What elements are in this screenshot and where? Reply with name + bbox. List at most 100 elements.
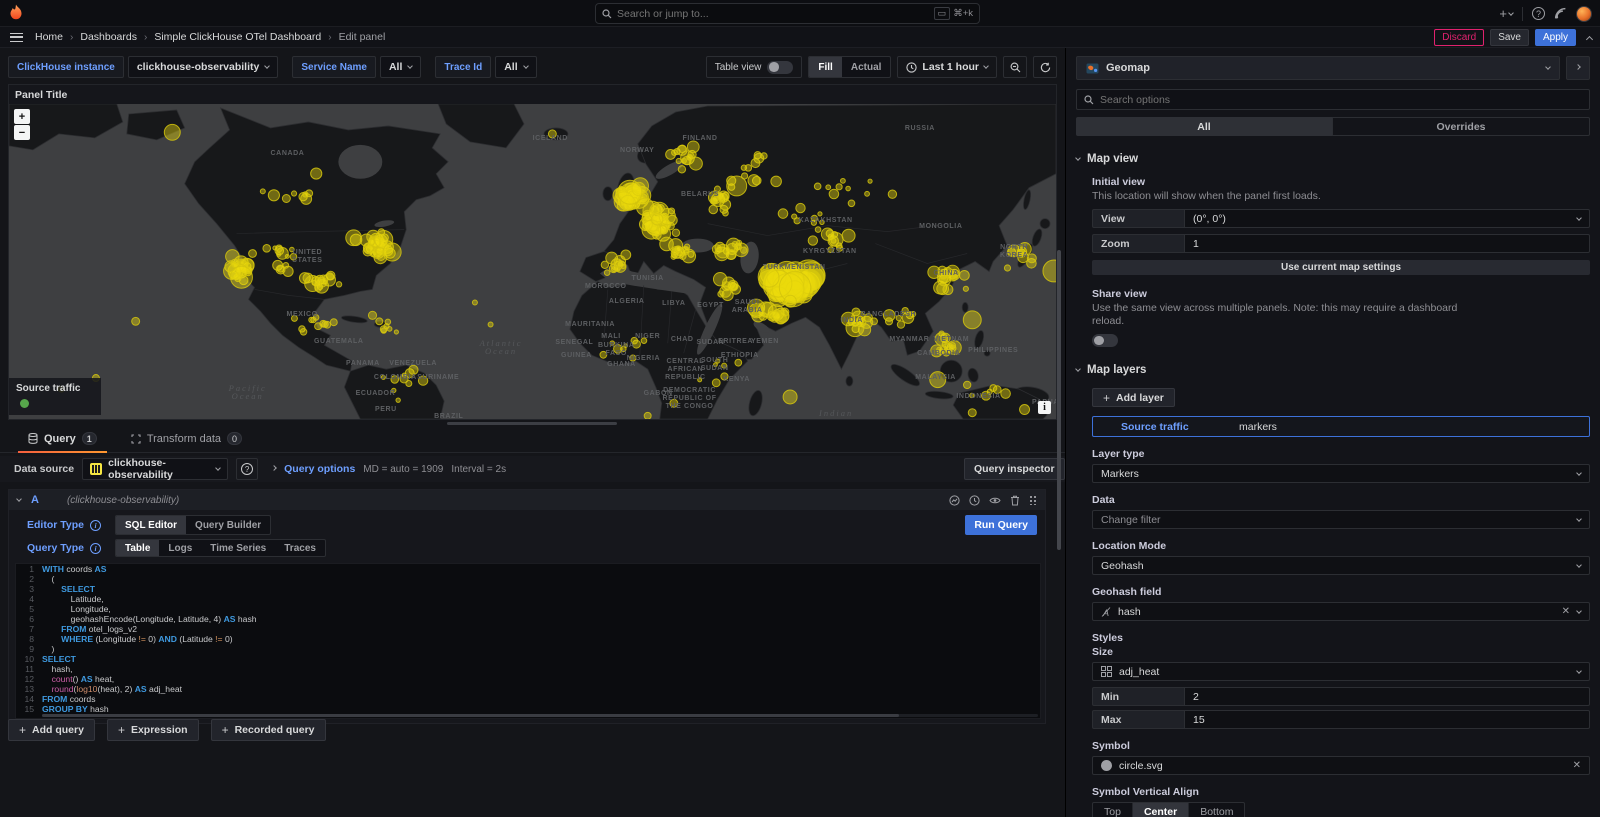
sql-line[interactable]: 11 hash, bbox=[16, 664, 1040, 674]
traffic-marker[interactable] bbox=[368, 239, 374, 245]
view-select[interactable]: (0°, 0°) bbox=[1184, 209, 1590, 228]
tab-overrides[interactable]: Overrides bbox=[1332, 117, 1590, 136]
traffic-marker[interactable] bbox=[610, 341, 614, 345]
traffic-marker[interactable] bbox=[132, 317, 140, 325]
sql-line[interactable]: 10SELECT bbox=[16, 654, 1040, 664]
clickhouse-instance-select[interactable]: clickhouse-observability bbox=[128, 56, 279, 78]
user-avatar[interactable] bbox=[1576, 6, 1592, 22]
sql-line[interactable]: 9 ) bbox=[16, 644, 1040, 654]
traffic-marker[interactable] bbox=[781, 308, 789, 316]
traffic-marker[interactable] bbox=[616, 267, 620, 271]
traffic-marker[interactable] bbox=[290, 247, 295, 252]
traffic-marker[interactable] bbox=[741, 247, 747, 253]
sql-line[interactable]: 15GROUP BY hash bbox=[16, 704, 1040, 714]
traffic-marker[interactable] bbox=[381, 328, 386, 333]
traffic-marker[interactable] bbox=[630, 355, 636, 361]
section-map-view[interactable]: Map view bbox=[1076, 153, 1590, 165]
traffic-marker[interactable] bbox=[814, 183, 821, 190]
size-field-select[interactable]: adj_heat bbox=[1092, 662, 1590, 681]
fill-option[interactable]: Fill bbox=[809, 57, 841, 77]
traffic-marker[interactable] bbox=[864, 314, 872, 322]
traffic-marker[interactable] bbox=[721, 373, 728, 380]
traffic-marker[interactable] bbox=[164, 124, 180, 140]
traffic-marker[interactable] bbox=[392, 388, 396, 392]
traffic-marker[interactable] bbox=[754, 153, 764, 163]
code-horizontal-scrollbar[interactable] bbox=[42, 714, 1038, 717]
traffic-marker[interactable] bbox=[836, 184, 842, 190]
traffic-marker[interactable] bbox=[712, 379, 720, 387]
traffic-marker[interactable] bbox=[902, 312, 914, 324]
tab-query[interactable]: Query 1 bbox=[24, 432, 101, 452]
traffic-marker[interactable] bbox=[848, 200, 855, 207]
map-zoom-out-button[interactable]: − bbox=[14, 125, 30, 140]
collapse-pane-button[interactable] bbox=[1566, 56, 1590, 80]
share-view-toggle[interactable] bbox=[1092, 334, 1118, 347]
trash-icon[interactable] bbox=[1010, 495, 1020, 506]
options-search[interactable] bbox=[1076, 89, 1590, 110]
traffic-marker[interactable] bbox=[376, 318, 383, 325]
traffic-marker[interactable] bbox=[951, 272, 957, 278]
traffic-marker[interactable] bbox=[263, 245, 271, 253]
traffic-marker[interactable] bbox=[811, 220, 816, 225]
service-name-select[interactable]: All bbox=[380, 56, 421, 78]
traffic-marker[interactable] bbox=[760, 268, 779, 287]
traffic-marker[interactable] bbox=[959, 270, 969, 280]
traffic-marker[interactable] bbox=[275, 245, 282, 252]
map-zoom-in-button[interactable]: + bbox=[14, 109, 30, 124]
use-current-map-settings-button[interactable]: Use current map settings bbox=[1092, 260, 1590, 275]
geomap-canvas[interactable]: RUSSIACANADAICELANDNORWAYFINLANDUNITED S… bbox=[9, 104, 1056, 419]
breadcrumb-dashboards[interactable]: Dashboards bbox=[80, 31, 137, 43]
traffic-marker[interactable] bbox=[1027, 254, 1036, 263]
traffic-marker[interactable] bbox=[841, 178, 846, 183]
discard-button[interactable]: Discard bbox=[1434, 29, 1484, 46]
traffic-marker[interactable] bbox=[409, 365, 418, 374]
traffic-marker[interactable] bbox=[368, 311, 376, 319]
traffic-marker[interactable] bbox=[402, 373, 406, 377]
traffic-marker[interactable] bbox=[660, 237, 674, 251]
traffic-marker[interactable] bbox=[714, 363, 718, 367]
query-type-traces[interactable]: Traces bbox=[275, 540, 325, 556]
datasource-help-button[interactable]: ? bbox=[236, 458, 258, 480]
time-range-picker[interactable]: Last 1 hour bbox=[897, 56, 997, 78]
location-mode-select[interactable]: Geohash bbox=[1092, 556, 1590, 575]
grafana-logo-icon[interactable] bbox=[7, 4, 25, 22]
traffic-marker[interactable] bbox=[309, 317, 314, 322]
data-filter-select[interactable]: Change filter bbox=[1092, 510, 1590, 529]
traffic-marker[interactable] bbox=[1020, 405, 1030, 415]
sql-line[interactable]: 6 geohashEncode(Longitude, Latitude, 4) … bbox=[16, 614, 1040, 624]
traffic-marker[interactable] bbox=[631, 337, 638, 344]
traffic-marker[interactable] bbox=[982, 391, 991, 400]
valign-center[interactable]: Center bbox=[1133, 803, 1189, 817]
sql-line[interactable]: 2 ( bbox=[16, 574, 1040, 584]
traffic-marker[interactable] bbox=[681, 158, 686, 163]
add-query-button[interactable]: +Add query bbox=[8, 719, 95, 741]
traffic-marker[interactable] bbox=[687, 141, 699, 153]
query-type-timeseries[interactable]: Time Series bbox=[201, 540, 275, 556]
clear-icon[interactable]: ✕ bbox=[1562, 606, 1570, 617]
traffic-marker[interactable] bbox=[689, 157, 702, 170]
history-icon[interactable] bbox=[969, 495, 980, 506]
drag-handle-icon[interactable] bbox=[1029, 495, 1037, 505]
traffic-marker[interactable] bbox=[937, 347, 942, 352]
symbol-select[interactable]: circle.svg ✕ bbox=[1092, 756, 1590, 775]
sql-line[interactable]: 12 count() AS heat, bbox=[16, 674, 1040, 684]
traffic-marker[interactable] bbox=[614, 256, 625, 267]
traffic-marker[interactable] bbox=[718, 291, 724, 297]
traffic-marker[interactable] bbox=[769, 311, 780, 322]
refresh-button[interactable] bbox=[1033, 56, 1057, 78]
traffic-marker[interactable] bbox=[472, 300, 477, 305]
traffic-marker[interactable] bbox=[601, 261, 608, 268]
traffic-marker[interactable] bbox=[260, 189, 265, 194]
chart-icon[interactable] bbox=[949, 495, 960, 506]
panel-title[interactable]: Panel Title bbox=[9, 85, 1056, 104]
traffic-marker[interactable] bbox=[846, 186, 851, 191]
sql-line[interactable]: 3 SELECT bbox=[16, 584, 1040, 594]
traffic-marker[interactable] bbox=[709, 205, 718, 214]
traffic-marker[interactable] bbox=[808, 236, 817, 245]
traffic-marker[interactable] bbox=[644, 412, 651, 419]
viz-picker[interactable]: Geomap bbox=[1076, 56, 1560, 80]
menu-icon[interactable] bbox=[10, 33, 23, 42]
search-input[interactable] bbox=[617, 8, 929, 20]
layer-row-source-traffic[interactable]: Source traffic markers bbox=[1092, 416, 1590, 437]
traffic-marker[interactable] bbox=[641, 338, 647, 344]
